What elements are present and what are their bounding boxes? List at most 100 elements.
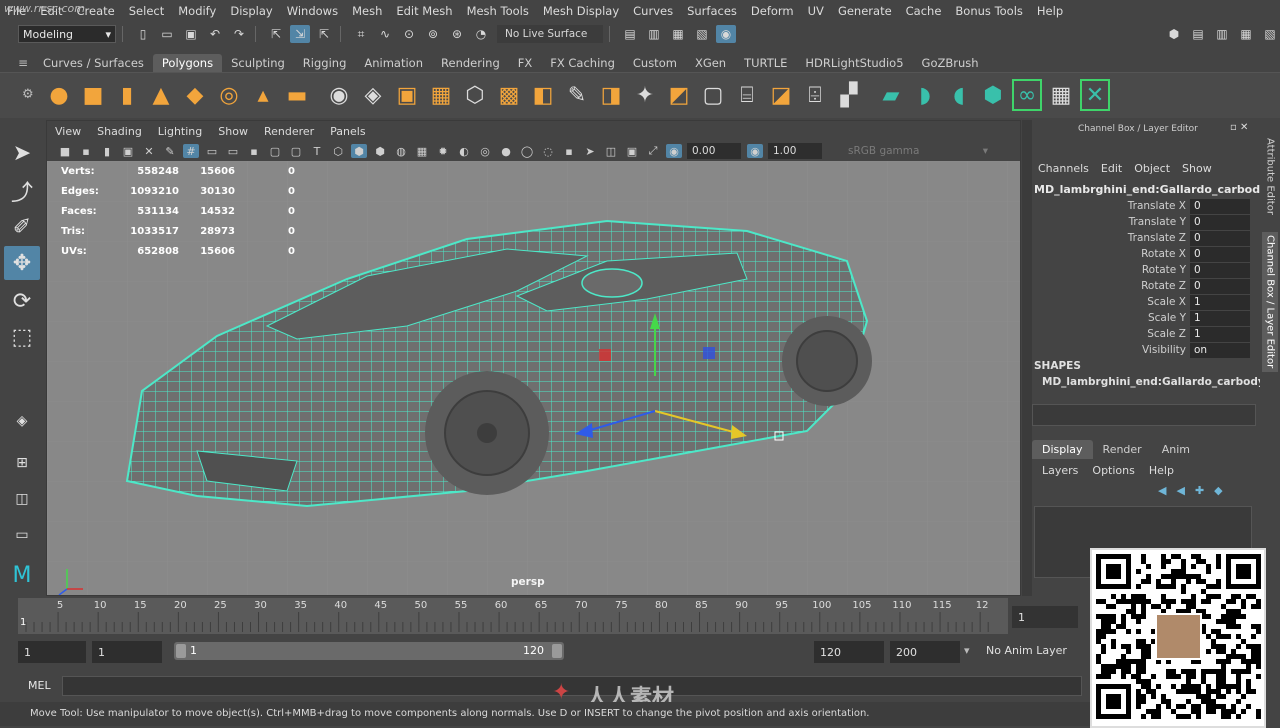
slide-edge-icon[interactable]: ◖ [944, 79, 974, 111]
bridge-icon[interactable]: ◧ [528, 79, 558, 111]
le-menu-layers[interactable]: Layers [1042, 464, 1078, 477]
select-hierarchy-icon[interactable]: ⇱ [266, 25, 286, 43]
range-start-handle[interactable] [176, 644, 186, 658]
bookmark-icon[interactable]: ▮ [99, 144, 115, 158]
animation-start-field[interactable]: 1 [18, 641, 86, 663]
attr-value[interactable]: 0 [1190, 262, 1250, 278]
le-menu-help[interactable]: Help [1149, 464, 1174, 477]
fill-hole-icon[interactable]: ✦ [630, 79, 660, 111]
poly-sphere-icon[interactable]: ● [44, 79, 74, 111]
menu-uv[interactable]: UV [801, 4, 831, 18]
shape-node-name[interactable]: MD_lambrghini_end:Gallardo_carbody... [1042, 376, 1276, 388]
tab-anim[interactable]: Anim [1152, 440, 1200, 459]
gate-mask-icon[interactable]: ▪ [246, 144, 262, 158]
move-tool-icon[interactable]: ✥ [4, 246, 40, 280]
menu-select[interactable]: Select [122, 4, 171, 18]
attr-row[interactable]: Scale Y 1 [1032, 310, 1258, 326]
safe-action-icon[interactable]: ▢ [288, 144, 304, 158]
animation-end-field[interactable]: 200 [890, 641, 960, 663]
attr-value[interactable]: 0 [1190, 278, 1250, 294]
uv-auto-icon[interactable]: ⌹ [800, 79, 830, 111]
custom-script-icon[interactable]: ∞ [1012, 79, 1042, 111]
new-layer-icon[interactable]: ✚ [1195, 484, 1204, 497]
chevron-down-icon[interactable]: ▾ [964, 644, 970, 657]
tab-display[interactable]: Display [1032, 440, 1093, 459]
toggle-modeling-toolkit-icon[interactable]: ▤ [1188, 25, 1208, 43]
color-space-dropdown[interactable]: sRGB gamma ▾ [848, 145, 988, 157]
depth-of-field-icon[interactable]: ▪ [561, 144, 577, 158]
attr-row[interactable]: Rotate Z 0 [1032, 278, 1258, 294]
attr-value[interactable]: 0 [1190, 198, 1250, 214]
snap-surface-icon[interactable]: ⊛ [447, 25, 467, 43]
select-tool-icon[interactable]: ➤ [4, 136, 40, 170]
xray-joints-icon[interactable]: ◫ [603, 144, 619, 158]
boolean-icon[interactable]: ▦ [426, 79, 456, 111]
save-scene-icon[interactable]: ▣ [181, 25, 201, 43]
vp-menu-view[interactable]: View [47, 125, 89, 138]
uv-editor-icon[interactable]: ▞ [834, 79, 864, 111]
menu-mesh-tools[interactable]: Mesh Tools [460, 4, 536, 18]
menu-modify[interactable]: Modify [171, 4, 223, 18]
workspace-icon[interactable]: ⬢ [1164, 25, 1184, 43]
render-view-icon[interactable]: ▤ [620, 25, 640, 43]
tab-fx[interactable]: FX [509, 54, 542, 72]
uv-planar-icon[interactable]: ▢ [698, 79, 728, 111]
target-weld-icon[interactable]: ◗ [910, 79, 940, 111]
bevel-icon[interactable]: ◨ [596, 79, 626, 111]
range-slider[interactable]: 1 120 [174, 642, 564, 660]
snap-view-icon[interactable]: ⊚ [423, 25, 443, 43]
multi-cut-icon[interactable]: ✎ [562, 79, 592, 111]
separate-icon[interactable]: ◈ [358, 79, 388, 111]
attr-row[interactable]: Rotate Y 0 [1032, 262, 1258, 278]
attr-row[interactable]: Scale X 1 [1032, 294, 1258, 310]
window-buttons[interactable]: ▫ ✕ [1230, 122, 1248, 133]
toggle-channel-box-icon[interactable]: ▧ [1260, 25, 1280, 43]
attr-value[interactable]: 0 [1190, 230, 1250, 246]
textured-icon[interactable]: ◍ [393, 144, 409, 158]
isolate-select-icon[interactable]: ➤ [582, 144, 598, 158]
combine-icon[interactable]: ◉ [324, 79, 354, 111]
grease-pencil-icon[interactable]: ✎ [162, 144, 178, 158]
menu-display[interactable]: Display [223, 4, 279, 18]
vp-menu-lighting[interactable]: Lighting [150, 125, 210, 138]
smooth-icon[interactable]: ▣ [392, 79, 422, 111]
undo-icon[interactable]: ↶ [205, 25, 225, 43]
menu-mesh[interactable]: Mesh [345, 4, 389, 18]
menu-help[interactable]: Help [1030, 4, 1070, 18]
toggle-attribute-editor-icon[interactable]: ▥ [1212, 25, 1232, 43]
paint-select-icon[interactable]: ✐ [4, 210, 40, 244]
le-menu-options[interactable]: Options [1092, 464, 1134, 477]
menu-windows[interactable]: Windows [280, 4, 345, 18]
two-panes-layout-icon[interactable]: ◫ [4, 482, 40, 516]
time-slider[interactable]: 1 5 10 15 20 25 30 35 40 45 50 55 60 65 70 75 80 85 90 95 1… [18, 598, 1008, 634]
poly-pipe-icon[interactable]: ▬ [282, 79, 312, 111]
poly-plane-icon[interactable]: ◆ [180, 79, 210, 111]
viewport-persp[interactable]: View Shading Lighting Show Renderer Pane… [46, 120, 1021, 596]
live-surface-icon[interactable]: ◔ [471, 25, 491, 43]
tab-animation[interactable]: Animation [355, 54, 432, 72]
four-view-layout-icon[interactable]: ⊞ [4, 446, 40, 480]
toggle-tool-settings-icon[interactable]: ▦ [1236, 25, 1256, 43]
append-icon[interactable]: ◩ [664, 79, 694, 111]
uv-spherical-icon[interactable]: ◪ [766, 79, 796, 111]
tab-curves-surfaces[interactable]: Curves / Surfaces [34, 54, 153, 72]
menu-curves[interactable]: Curves [626, 4, 680, 18]
motion-blur-icon[interactable]: ◯ [519, 144, 535, 158]
quad-draw-icon[interactable]: ▰ [876, 79, 906, 111]
attr-row[interactable]: Visibility on [1032, 342, 1258, 358]
poly-cube-icon[interactable]: ■ [78, 79, 108, 111]
attr-value[interactable]: 1 [1190, 294, 1250, 310]
snap-curve-icon[interactable]: ∿ [375, 25, 395, 43]
attr-row[interactable]: Scale Z 1 [1032, 326, 1258, 342]
outliner-layout-icon[interactable]: ▭ [4, 518, 40, 552]
range-end-handle[interactable] [552, 644, 562, 658]
live-surface-field[interactable]: No Live Surface [497, 25, 603, 43]
single-perspective-layout-icon[interactable]: ◈ [4, 404, 40, 438]
new-layer-selected-icon[interactable]: ◆ [1214, 484, 1222, 497]
poly-pyramid-icon[interactable]: ▴ [248, 79, 278, 111]
ipr-render-icon[interactable]: ▦ [668, 25, 688, 43]
attr-row[interactable]: Translate Y 0 [1032, 214, 1258, 230]
cb-menu-object[interactable]: Object [1134, 162, 1170, 175]
menu-generate[interactable]: Generate [831, 4, 899, 18]
selected-object-name[interactable]: MD_lambrghini_end:Gallardo_carbody [1034, 183, 1267, 196]
